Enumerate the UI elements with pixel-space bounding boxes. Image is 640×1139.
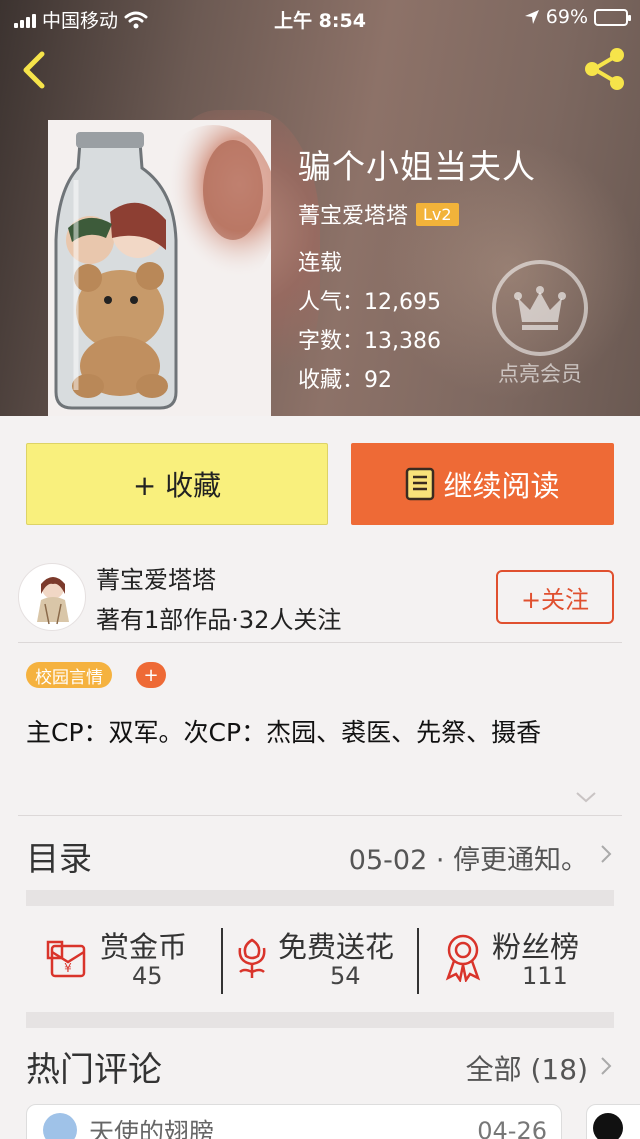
word-count-stat: 字数：13,386 [298,323,441,355]
favorites-value: 92 [364,368,393,393]
svg-text:¥: ¥ [64,961,72,975]
book-header: 中国移动 上午 8:54 69% 骗个小姐当夫人 菁宝爱塔塔 Lv2 连载 人气… [0,0,640,416]
author-row-name[interactable]: 菁宝爱塔塔 [96,560,216,595]
stat-separator [221,928,223,994]
battery-percent: 69% [545,6,588,28]
favorites-label: 收藏： [298,368,365,393]
author-row-info: 著有1部作品·32人关注 [96,606,342,634]
chevron-right-icon [601,845,612,863]
red-envelope-icon: ¥ [46,940,86,978]
flower-icon [238,938,266,978]
popularity-value: 12,695 [364,290,441,315]
add-tag-button[interactable]: + [136,662,166,688]
section-separator [26,890,614,906]
favorite-button[interactable]: + 收藏 [26,443,328,525]
coin-reward-label: 赏金币 [100,930,188,964]
comment-user-name: 天使的翅膀 [89,1118,215,1139]
author-line[interactable]: 菁宝爱塔塔 Lv2 [298,198,459,230]
reward-stats: ¥ 赏金币 45 免费送花 54 粉丝榜 111 [26,920,614,1000]
flower-gift-stat[interactable]: 免费送花 54 [226,920,416,1000]
hot-comments-title: 热门评论 [26,1050,162,1090]
continue-reading-label: 继续阅读 [443,469,560,503]
word-count-value: 13,386 [364,329,441,354]
location-arrow-icon [524,10,539,24]
popularity-label: 人气： [298,290,365,315]
table-of-contents-row[interactable]: 目录 05-02 · 停更通知。 [26,830,616,880]
vip-membership[interactable]: 点亮会员 [488,260,592,388]
hot-comments-header[interactable]: 热门评论 全部 (18) [26,1040,616,1090]
genre-tag[interactable]: 校园言情 [26,662,112,688]
section-separator [26,1012,614,1028]
author-name[interactable]: 菁宝爱塔塔 [298,198,408,230]
word-count-label: 字数： [298,329,365,354]
divider [18,642,622,643]
all-comments-link[interactable]: 全部 (18) [466,1048,588,1088]
author-avatar[interactable] [18,563,86,631]
book-title: 骗个小姐当夫人 [298,147,536,186]
serial-status: 连载 [298,251,343,276]
coin-reward-value: 45 [132,962,163,990]
chevron-down-icon[interactable] [574,788,598,806]
book-description: 主CP：双军。次CP：杰园、裘医、先祭、摄香 [26,718,542,747]
medal-icon [445,934,481,982]
cover-illustration [48,120,271,416]
popularity-stat: 人气：12,695 [298,284,441,316]
fan-ranking-stat[interactable]: 粉丝榜 111 [422,920,614,1000]
level-badge: Lv2 [416,202,459,226]
follow-button[interactable]: +关注 [496,570,614,624]
back-chevron-icon[interactable] [14,48,54,92]
divider [18,815,622,816]
chevron-right-icon [601,1057,612,1075]
continue-reading-button[interactable]: 继续阅读 [351,443,614,525]
favorites-stat: 收藏：92 [298,362,392,394]
fan-ranking-label: 粉丝榜 [492,930,580,964]
fan-ranking-value: 111 [522,962,568,990]
comment-card[interactable]: 天使的翅膀 04-26 [26,1104,562,1139]
battery-icon [594,8,631,26]
book-icon [406,467,435,501]
crown-icon [492,260,588,356]
comment-card-next[interactable] [586,1104,640,1139]
comment-date: 04-26 [477,1117,547,1139]
book-cover[interactable] [48,120,271,416]
coin-reward-stat[interactable]: ¥ 赏金币 45 [26,920,222,1000]
user-avatar-icon [593,1113,623,1139]
vip-label: 点亮会员 [498,362,582,386]
toc-label: 目录 [26,839,92,878]
status-bar: 中国移动 上午 8:54 69% [0,0,640,36]
stat-separator [417,928,419,994]
flower-gift-label: 免费送花 [278,930,395,964]
share-icon[interactable] [582,46,628,92]
flower-gift-value: 54 [330,962,361,990]
latest-chapter: 05-02 · 停更通知。 [348,845,588,876]
user-avatar-icon [43,1113,77,1139]
